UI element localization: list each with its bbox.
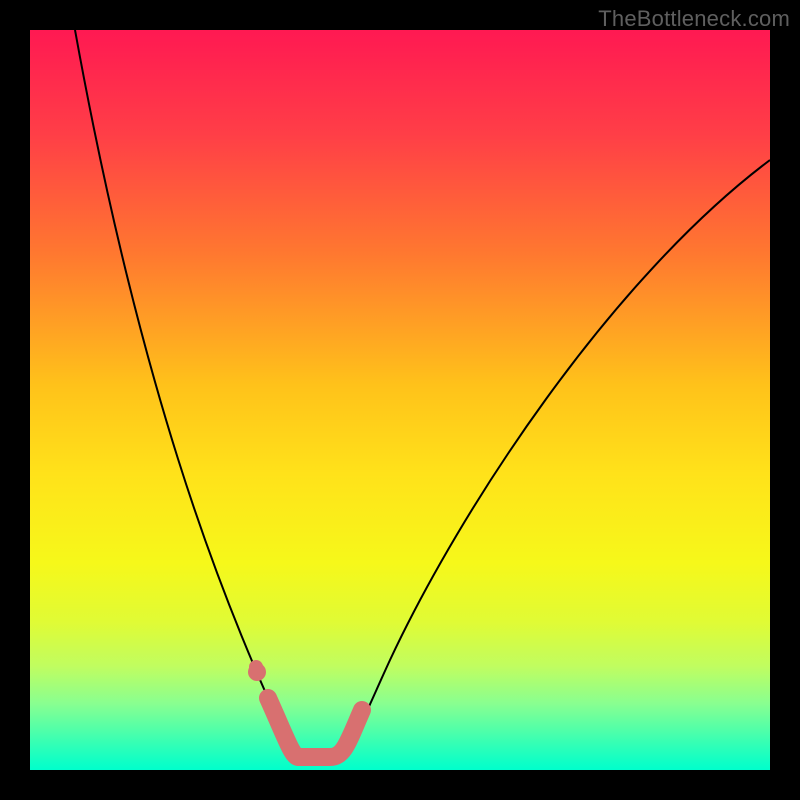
highlight-dot	[249, 660, 263, 674]
highlight-band	[257, 672, 362, 757]
bottleneck-curve	[75, 30, 770, 757]
watermark-text: TheBottleneck.com	[598, 6, 790, 32]
plot-area	[30, 30, 770, 770]
chart-svg	[30, 30, 770, 770]
